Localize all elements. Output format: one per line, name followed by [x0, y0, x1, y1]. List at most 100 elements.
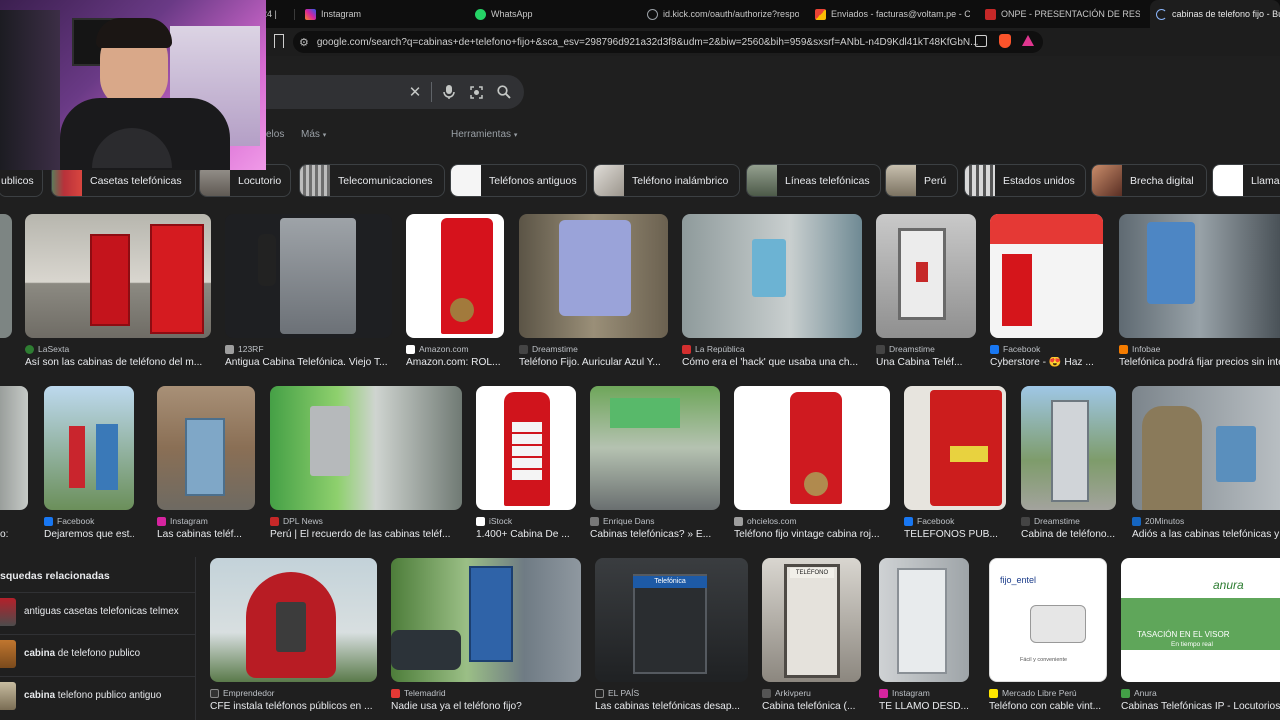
- browser-tab-active[interactable]: cabinas de telefono fijo - Bus: [1150, 0, 1280, 28]
- related-search-item[interactable]: cabina telefono publico antiguo: [0, 676, 195, 714]
- image-result[interactable]: 123RF Antigua Cabina Telefónica. Viejo T…: [225, 214, 392, 374]
- image-result[interactable]: Dreamstime Cabina de teléfono...: [1021, 386, 1116, 546]
- image-result[interactable]: o:: [0, 386, 28, 546]
- chip-thumbnail: [1213, 165, 1243, 196]
- brave-shield-icon[interactable]: [999, 34, 1011, 48]
- tab-videos[interactable]: elos: [266, 129, 284, 140]
- payphone-image: [559, 220, 631, 316]
- chip-estados-unidos[interactable]: Estados unidos: [964, 164, 1086, 197]
- red-handset-image: [916, 262, 928, 282]
- chip-telefono-inalambrico[interactable]: Teléfono inalámbrico: [593, 164, 740, 197]
- result-title[interactable]: Antigua Cabina Telefónica. Viejo T...: [225, 357, 392, 368]
- chip-telecomunicaciones[interactable]: Telecomunicaciones: [299, 164, 445, 197]
- source-label: iStock: [489, 516, 513, 526]
- result-source: Telemadrid: [391, 688, 446, 698]
- result-source: Emprendedor: [210, 688, 275, 698]
- browser-tab-onpe[interactable]: ONPE - PRESENTACIÓN DE RESULTAD: [985, 0, 1140, 28]
- browser-tab-whatsapp[interactable]: WhatsApp: [475, 0, 625, 28]
- image-result[interactable]: Instagram Las cabinas teléf...: [157, 386, 255, 546]
- image-result[interactable]: anura TASACIÓN EN EL VISOR En tiempo rea…: [1121, 558, 1280, 718]
- tab-label: Instagram: [321, 9, 362, 19]
- result-title[interactable]: 1.400+ Cabina De ...: [476, 529, 576, 540]
- chip-telefonos-antiguos[interactable]: Teléfonos antiguos: [450, 164, 587, 197]
- related-search-item[interactable]: antiguas casetas telefonicas telmex: [0, 592, 195, 630]
- result-title[interactable]: Cabinas telefónicas? » E...: [590, 529, 720, 540]
- chip-brecha-digital[interactable]: Brecha digital: [1091, 164, 1207, 197]
- image-result[interactable]: TELÉFONO Arkivperu Cabina telefónica (..…: [762, 558, 861, 718]
- anura-subcaption: En tiempo real: [1171, 641, 1213, 648]
- result-title[interactable]: Cómo era el 'hack' que usaba una ch...: [682, 357, 862, 368]
- address-bar[interactable]: ⚙ google.com/search?q=cabinas+de+telefon…: [293, 31, 1043, 53]
- lens-search-icon[interactable]: [467, 83, 485, 101]
- bookmark-icon[interactable]: [274, 34, 284, 48]
- image-result[interactable]: Amazon.com Amazon.com: ROL...: [406, 214, 504, 374]
- chip-label: ublicos: [1, 174, 34, 187]
- result-title[interactable]: Cabina de teléfono...: [1021, 529, 1116, 540]
- tools-button[interactable]: Herramientas ▾: [451, 129, 517, 140]
- share-icon[interactable]: [975, 35, 987, 47]
- red-phone-booth-image: [69, 426, 85, 488]
- result-title[interactable]: Cabinas Telefónicas IP - Locutorios: [1121, 701, 1280, 712]
- result-source: DPL News: [270, 516, 323, 526]
- voice-search-icon[interactable]: [440, 83, 458, 101]
- result-title[interactable]: Teléfono con cable vint...: [989, 701, 1107, 712]
- image-result[interactable]: Emprendedor CFE instala teléfonos públic…: [210, 558, 377, 718]
- image-result[interactable]: iStock 1.400+ Cabina De ...: [476, 386, 576, 546]
- chip-peru[interactable]: Perú: [885, 164, 958, 197]
- result-title[interactable]: Así son las cabinas de teléfono del m...: [25, 357, 211, 368]
- result-source: ohcielos.com: [734, 516, 797, 526]
- result-title[interactable]: CFE instala teléfonos públicos en ...: [210, 701, 377, 712]
- chip-llama[interactable]: Llama: [1212, 164, 1280, 197]
- source-label: Facebook: [57, 516, 95, 526]
- result-title[interactable]: Telefónica podrá fijar precios sin inte: [1119, 357, 1280, 368]
- result-title[interactable]: Una Cabina Teléf...: [876, 357, 976, 368]
- source-favicon: [876, 344, 885, 354]
- image-result[interactable]: Facebook Dejaremos que est...: [44, 386, 134, 546]
- result-title[interactable]: Las cabinas telefónicas desap...: [595, 701, 748, 712]
- browser-tab-gmail[interactable]: Enviados - facturas@voltam.pe - Co: [815, 0, 970, 28]
- image-result[interactable]: Infobae Telefónica podrá fijar precios s…: [1119, 214, 1280, 374]
- image-result[interactable]: DPL News Perú | El recuerdo de las cabin…: [270, 386, 462, 546]
- result-title[interactable]: Adiós a las cabinas telefónicas y: [1132, 529, 1280, 540]
- result-title[interactable]: Teléfono fijo vintage cabina roj...: [734, 529, 890, 540]
- image-result[interactable]: La República Cómo era el 'hack' que usab…: [682, 214, 862, 374]
- result-title[interactable]: Cabina telefónica (...: [762, 701, 861, 712]
- facebook-icon: [44, 516, 53, 526]
- image-result[interactable]: Telemadrid Nadie usa ya el teléfono fijo…: [391, 558, 581, 718]
- image-result[interactable]: Instagram TE LLAMO DESD...: [879, 558, 969, 718]
- result-title[interactable]: TE LLAMO DESD...: [879, 701, 969, 712]
- browser-tab-kick[interactable]: id.kick.com/oauth/authorize?respon: [647, 0, 799, 28]
- result-title[interactable]: Teléfono Fijo. Auricular Azul Y...: [519, 357, 668, 368]
- result-title[interactable]: Perú | El recuerdo de las cabinas teléf.…: [270, 529, 462, 540]
- green-canopy-image: [610, 398, 680, 428]
- search-icon[interactable]: [495, 83, 513, 101]
- image-result[interactable]: Dreamstime Teléfono Fijo. Auricular Azul…: [519, 214, 668, 374]
- image-result[interactable]: fijo_entel Fácil y conveniente Mercado L…: [989, 558, 1107, 718]
- result-title[interactable]: Dejaremos que est...: [44, 529, 134, 540]
- site-settings-icon[interactable]: ⚙: [299, 36, 309, 49]
- image-result[interactable]: 20Minutos Adiós a las cabinas telefónica…: [1132, 386, 1280, 546]
- related-search-item[interactable]: cabina de telefono publico: [0, 634, 195, 672]
- tab-more[interactable]: Más ▾: [301, 129, 326, 140]
- result-title[interactable]: TELEFONOS PUB...: [904, 529, 1006, 540]
- result-title[interactable]: Cyberstore - 😍 Haz ...: [990, 357, 1103, 368]
- image-result[interactable]: ohcielos.com Teléfono fijo vintage cabin…: [734, 386, 890, 546]
- clear-search-icon[interactable]: ✕: [406, 83, 424, 101]
- image-result[interactable]: [0, 214, 12, 374]
- result-title[interactable]: o:: [0, 529, 28, 540]
- image-result[interactable]: Dreamstime Una Cabina Teléf...: [876, 214, 976, 374]
- image-result[interactable]: LaSexta Así son las cabinas de teléfono …: [25, 214, 211, 374]
- image-result[interactable]: Facebook TELEFONOS PUB...: [904, 386, 1006, 546]
- result-title[interactable]: Amazon.com: ROL...: [406, 357, 504, 368]
- red-phone-booth-image: [150, 224, 204, 334]
- image-result[interactable]: Telefónica EL PAÍS Las cabinas telefónic…: [595, 558, 748, 718]
- result-title[interactable]: Nadie usa ya el teléfono fijo?: [391, 701, 581, 712]
- image-result[interactable]: Facebook Cyberstore - 😍 Haz ...: [990, 214, 1103, 374]
- brave-rewards-icon[interactable]: [1022, 35, 1034, 46]
- browser-tab[interactable]: 24 |: [262, 0, 292, 28]
- result-title[interactable]: Las cabinas teléf...: [157, 529, 255, 540]
- blue-phone-booth-image: [185, 418, 225, 496]
- browser-tab-instagram[interactable]: Instagram: [305, 0, 455, 28]
- image-result[interactable]: Enrique Dans Cabinas telefónicas? » E...: [590, 386, 720, 546]
- chip-lineas-telefonicas[interactable]: Líneas telefónicas: [746, 164, 881, 197]
